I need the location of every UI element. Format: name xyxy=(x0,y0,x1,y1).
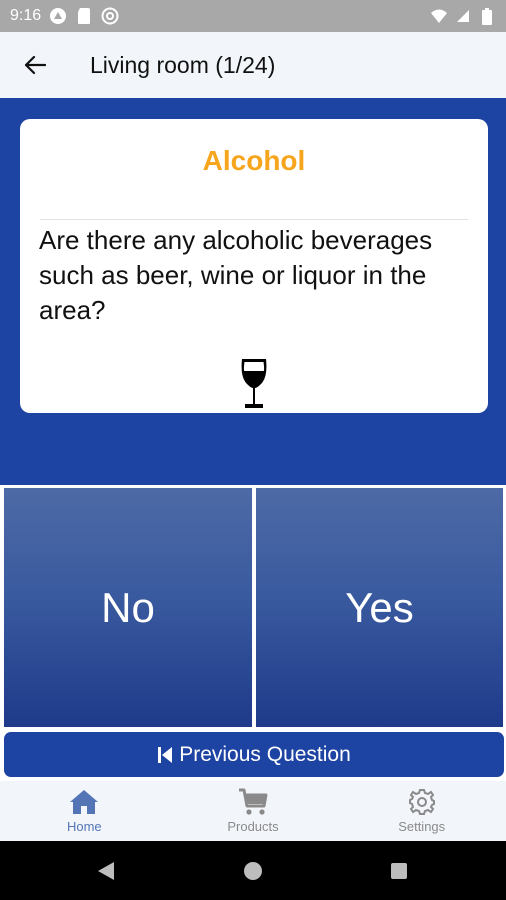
nav-label-settings: Settings xyxy=(398,819,446,834)
nav-item-home[interactable]: Home xyxy=(0,781,169,841)
no-button-label: No xyxy=(101,583,155,631)
page-title: Living room (1/24) xyxy=(90,51,276,78)
system-navigation-bar xyxy=(0,841,506,900)
yes-button[interactable]: Yes xyxy=(256,488,503,727)
gear-icon xyxy=(408,789,435,815)
status-bar: 9:16 xyxy=(0,0,506,32)
system-back-button[interactable] xyxy=(92,859,120,883)
previous-question-button[interactable]: Previous Question xyxy=(4,732,504,777)
triangle-back-icon xyxy=(98,862,114,880)
question-card: Alcohol Are there any alcoholic beverage… xyxy=(20,119,488,413)
bottom-navigation: Home Products Settings xyxy=(0,781,506,841)
system-home-button[interactable] xyxy=(240,858,266,884)
question-text: Are there any alcoholic beverages such a… xyxy=(39,225,433,325)
nav-label-home: Home xyxy=(66,819,102,834)
status-time: 9:16 xyxy=(10,7,42,24)
app-bar: Living room (1/24) xyxy=(0,32,506,98)
yes-button-label: Yes xyxy=(345,583,414,631)
nav-item-settings[interactable]: Settings xyxy=(337,781,506,841)
card-divider xyxy=(40,219,468,220)
circle-home-icon xyxy=(244,862,262,880)
signal-icon xyxy=(454,7,472,25)
sim-card-icon xyxy=(75,7,93,25)
step-back-icon xyxy=(158,746,173,763)
question-category-title: Alcohol xyxy=(202,145,306,176)
nav-item-products[interactable]: Products xyxy=(169,781,338,841)
home-icon xyxy=(70,790,99,814)
no-button[interactable]: No xyxy=(4,488,252,727)
square-recents-icon xyxy=(391,863,407,879)
arrow-left-icon xyxy=(24,55,46,75)
system-recents-button[interactable] xyxy=(386,858,412,884)
nav-label-products: Products xyxy=(227,819,279,834)
previous-question-label: Previous Question xyxy=(179,742,351,766)
at-sign-icon xyxy=(101,7,119,25)
app-notification-icon xyxy=(49,7,67,25)
wine-glass-icon xyxy=(241,359,267,408)
question-area: Alcohol Are there any alcoholic beverage… xyxy=(0,98,506,485)
wifi-icon xyxy=(430,7,448,25)
back-button[interactable] xyxy=(10,40,60,90)
cart-icon xyxy=(239,788,268,815)
battery-icon xyxy=(478,7,496,25)
